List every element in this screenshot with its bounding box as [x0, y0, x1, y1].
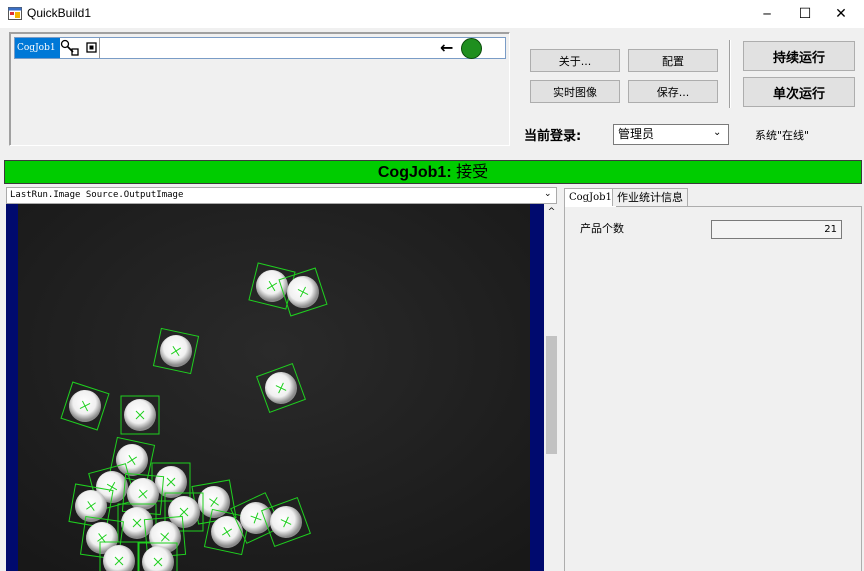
job-tool-icons[interactable]	[60, 38, 100, 58]
close-button[interactable]: ✕	[818, 0, 864, 28]
run-continuous-button[interactable]: 持续运行	[743, 41, 855, 71]
job-result-bar: CogJob1: 接受	[4, 160, 862, 184]
login-label: 当前登录:	[524, 129, 582, 144]
detected-pellet	[152, 327, 200, 375]
scroll-up-button[interactable]: ^	[544, 205, 559, 219]
system-status: 系统"在线"	[755, 129, 810, 142]
result-separator: :	[446, 164, 457, 181]
tab-cogjob[interactable]: CogJob1	[564, 188, 617, 207]
login-select[interactable]: 管理员	[613, 124, 729, 145]
close-icon: ✕	[835, 6, 847, 22]
arrow-left-icon: ←	[440, 38, 454, 57]
job-status-indicator	[461, 38, 482, 59]
tab-job-stats[interactable]: 作业统计信息	[612, 188, 688, 206]
maximize-icon: ☐	[798, 6, 812, 22]
save-button[interactable]: 保存...	[628, 80, 718, 103]
tab-panel	[564, 206, 862, 571]
toolblock-icon	[60, 39, 97, 56]
chevron-down-icon: ⌄	[713, 127, 722, 138]
live-image-button[interactable]: 实时图像	[530, 80, 620, 103]
title-bar	[0, 0, 864, 28]
minimize-icon: ─	[763, 7, 771, 21]
app-icon	[8, 7, 22, 20]
scrollbar-thumb[interactable]	[546, 336, 557, 454]
product-count-label: 产品个数	[580, 222, 624, 235]
window-title: QuickBuild1	[27, 6, 92, 20]
result-job-name: CogJob1	[377, 164, 447, 181]
run-once-button[interactable]: 单次运行	[743, 77, 855, 107]
separator	[729, 40, 731, 108]
job-label[interactable]: CogJob1	[15, 38, 60, 58]
inspection-image-canvas	[18, 204, 530, 571]
inspection-image[interactable]	[6, 204, 544, 571]
chevron-down-icon: ⌄	[544, 189, 552, 199]
image-source-select[interactable]: LastRun.Image Source.OutputImage	[6, 187, 557, 204]
config-button[interactable]: 配置	[628, 49, 718, 72]
product-count-field: 21	[711, 220, 842, 239]
result-state: 接受	[456, 162, 489, 181]
about-button[interactable]: 关于...	[530, 49, 620, 72]
